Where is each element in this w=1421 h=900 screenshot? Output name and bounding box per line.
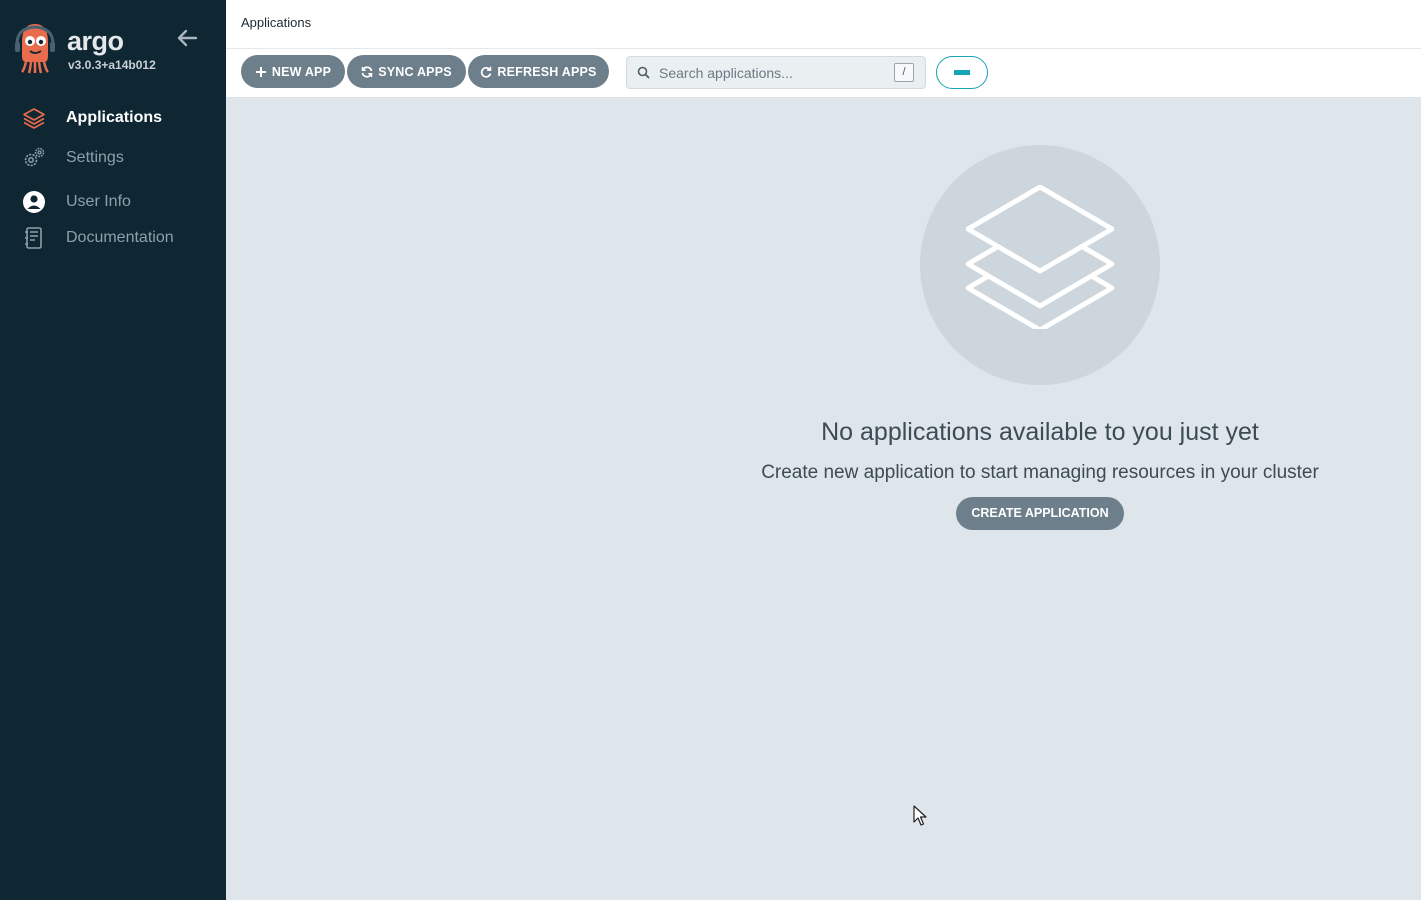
empty-state-illustration <box>920 145 1160 385</box>
search-shortcut-hint: / <box>894 63 914 82</box>
arrow-left-icon[interactable] <box>176 28 198 48</box>
top-header: Applications <box>226 0 1421 49</box>
layers-icon <box>966 185 1114 329</box>
search-box[interactable]: / <box>626 56 926 89</box>
sidebar-item-documentation[interactable]: Documentation <box>0 221 226 255</box>
mouse-cursor-icon <box>913 805 927 826</box>
sidebar-item-label: User Info <box>66 193 131 210</box>
page-title: Applications <box>241 15 312 30</box>
new-app-button[interactable]: NEW APP <box>241 55 345 88</box>
layers-icon <box>23 108 45 129</box>
sidebar-item-label: Applications <box>66 109 163 126</box>
sidebar-item-applications[interactable]: Applications <box>0 101 226 135</box>
brand-name: argo <box>67 26 124 56</box>
version-label: v3.0.3+a14b012 <box>68 58 156 72</box>
view-toggle-button[interactable] <box>936 56 988 89</box>
refresh-apps-label: REFRESH APPS <box>497 64 597 79</box>
sidebar-item-label: Settings <box>66 149 124 166</box>
gears-icon <box>24 147 45 167</box>
argo-logo[interactable] <box>14 22 56 74</box>
user-circle-icon <box>23 191 45 213</box>
sync-apps-label: SYNC APPS <box>378 64 452 79</box>
plus-icon <box>255 66 266 77</box>
sidebar-item-user-info[interactable]: User Info <box>0 185 226 219</box>
sidebar-item-label: Documentation <box>66 229 174 246</box>
sidebar-item-settings[interactable]: Settings <box>0 141 226 175</box>
create-application-button[interactable]: CREATE APPLICATION <box>956 497 1124 530</box>
sidebar: argo v3.0.3+a14b012 Applications Setting… <box>0 0 226 900</box>
empty-state-title: No applications available to you just ye… <box>821 418 1259 446</box>
refresh-icon <box>481 66 492 78</box>
sync-apps-button[interactable]: SYNC APPS <box>347 55 466 88</box>
refresh-apps-button[interactable]: REFRESH APPS <box>468 55 609 88</box>
search-icon <box>637 66 650 79</box>
book-icon <box>25 227 42 249</box>
search-input[interactable] <box>657 61 881 85</box>
empty-state-subtitle: Create new application to start managing… <box>761 462 1319 483</box>
new-app-label: NEW APP <box>271 64 332 79</box>
toolbar: NEW APP SYNC APPS REFRESH APPS / <box>226 49 1421 98</box>
ruler-icon <box>954 70 970 75</box>
sync-icon <box>361 65 373 78</box>
